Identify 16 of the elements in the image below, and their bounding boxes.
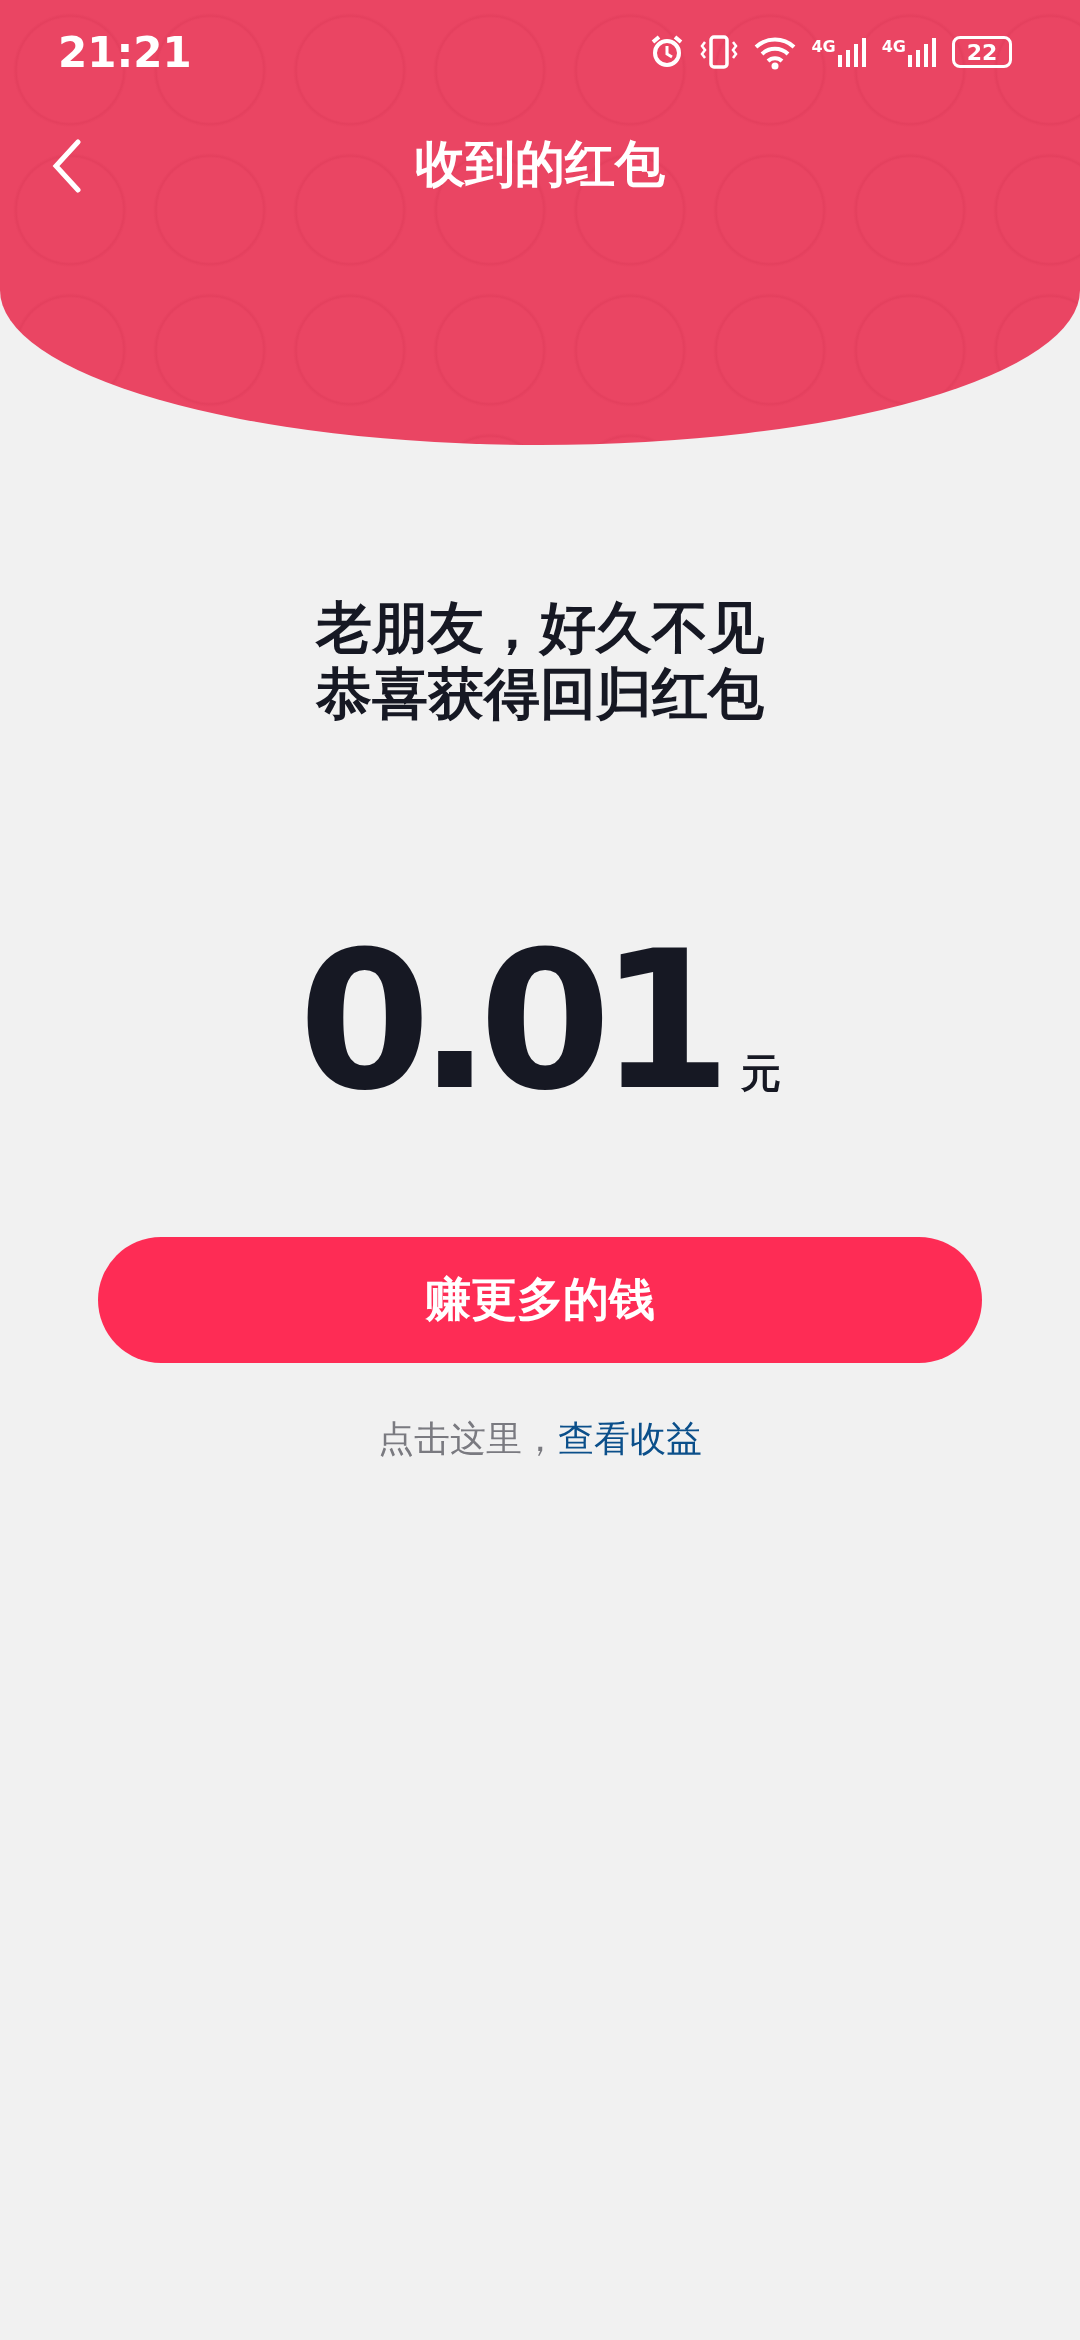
earnings-hint: 点击这里，查看收益 bbox=[378, 1417, 702, 1461]
signal-icon bbox=[908, 37, 938, 67]
battery-level: 22 bbox=[966, 39, 998, 65]
signal-icon bbox=[837, 37, 868, 67]
page-title: 收到的红包 bbox=[415, 133, 665, 195]
back-button[interactable] bbox=[50, 138, 84, 194]
greeting-text: 恭喜获得回归红包 bbox=[316, 661, 764, 727]
vibrate-icon bbox=[699, 34, 740, 70]
earn-more-button[interactable]: 赚更多的钱 bbox=[98, 1237, 982, 1363]
greeting-text: 老朋友，好久不见 bbox=[316, 595, 764, 661]
network-type: 4G bbox=[881, 37, 906, 56]
view-earnings-link[interactable]: 查看收益 bbox=[558, 1418, 702, 1459]
status-time: 21:21 bbox=[58, 27, 192, 77]
amount-value: 0.01 bbox=[298, 927, 720, 1117]
network-type: 4G bbox=[811, 37, 836, 56]
currency-unit: 元 bbox=[741, 1049, 782, 1098]
